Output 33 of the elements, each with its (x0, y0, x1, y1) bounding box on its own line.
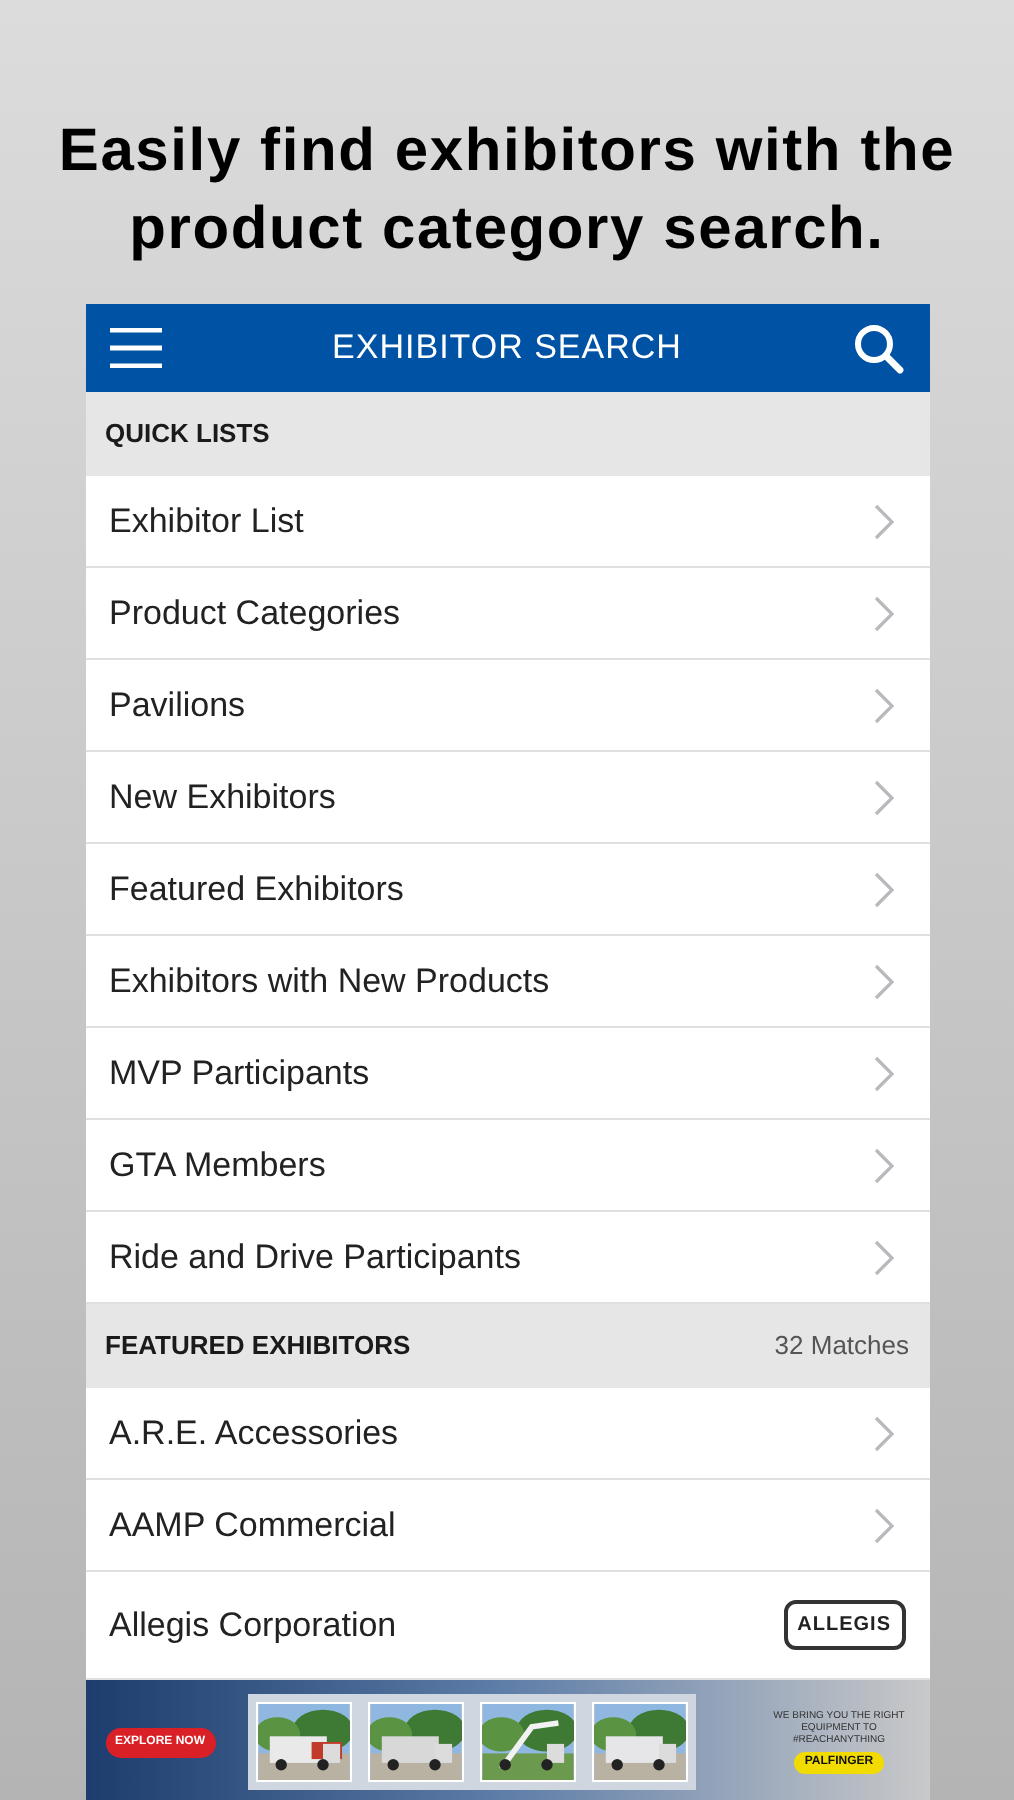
item-label: Pavilions (109, 683, 246, 728)
chevron-right-icon (873, 871, 893, 907)
item-label: GTA Members (109, 1143, 326, 1188)
section-title: QUICK LISTS (105, 416, 270, 453)
menu-button[interactable] (109, 326, 161, 370)
caption-heading: Easily find exhibitors with the product category search. (56, 116, 958, 266)
chevron-right-icon (873, 1239, 893, 1275)
chevron-right-icon (873, 1415, 893, 1451)
item-label: Allegis Corporation (109, 1603, 397, 1648)
item-label: Featured Exhibitors (109, 867, 404, 912)
section-title: FEATURED EXHIBITORS (105, 1328, 411, 1365)
chevron-right-icon (873, 1147, 893, 1183)
search-icon (852, 322, 905, 374)
chevron-right-icon (873, 687, 893, 723)
item-label: Product Categories (109, 591, 401, 636)
chevron-right-icon (873, 1507, 893, 1543)
item-label: Exhibitors with New Products (109, 959, 550, 1004)
chevron-right-icon (873, 1055, 893, 1091)
item-label: Ride and Drive Participants (109, 1235, 521, 1280)
chevron-right-icon (873, 503, 893, 539)
match-count: 32 Matches (774, 1328, 909, 1365)
item-label: MVP Participants (109, 1051, 370, 1096)
chevron-right-icon (873, 779, 893, 815)
menu-icon (109, 328, 161, 368)
screen-title: EXHIBITOR SEARCH (332, 326, 682, 371)
chevron-right-icon (873, 963, 893, 999)
search-button[interactable] (852, 322, 905, 374)
item-label: A.R.E. Accessories (109, 1411, 399, 1456)
chevron-right-icon (873, 595, 893, 631)
company-logo: ALLEGIS (783, 1600, 905, 1650)
item-label: Exhibitor List (109, 499, 304, 544)
item-label: New Exhibitors (109, 775, 336, 820)
item-label: AAMP Commercial (109, 1503, 396, 1548)
